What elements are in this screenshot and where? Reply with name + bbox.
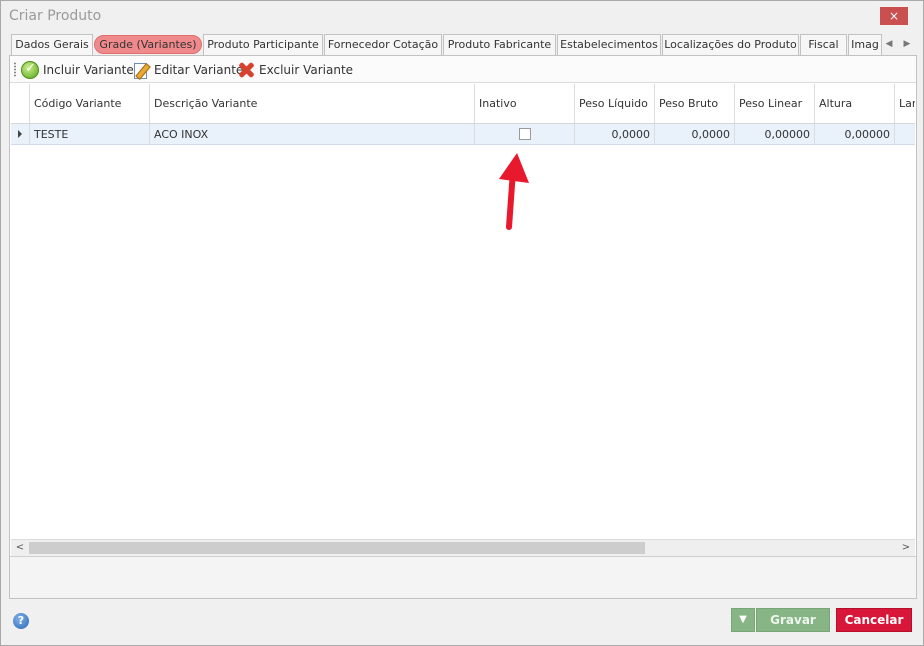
cell-altura[interactable]: 0,00000 (815, 124, 895, 144)
column-header-peso-bruto[interactable]: Peso Bruto (655, 84, 735, 123)
table-row[interactable]: TESTE ACO INOX 0,0000 0,0000 0,00000 0,0… (11, 124, 915, 145)
tab-fiscal[interactable]: Fiscal (800, 34, 847, 55)
column-header-largura[interactable]: Larg (895, 84, 915, 123)
variants-grid: Código Variante Descrição Variante Inati… (11, 84, 915, 539)
grid-header-row: Código Variante Descrição Variante Inati… (11, 84, 915, 124)
lower-panel (10, 556, 916, 598)
chevron-left-icon: ◀ (885, 39, 893, 49)
scroll-left-icon: < (15, 542, 25, 553)
close-icon: × (888, 9, 900, 23)
annotation-arrow-icon (499, 153, 529, 230)
scrollbar-thumb[interactable] (29, 542, 645, 554)
tab-produto-participante[interactable]: Produto Participante (203, 34, 323, 55)
tab-fornecedor-cotacao[interactable]: Fornecedor Cotação (324, 34, 442, 55)
edit-pencil-icon (132, 61, 150, 79)
tab-strip: Dados Gerais Grade (Variantes) Produto P… (9, 33, 917, 55)
cell-codigo[interactable]: TESTE (30, 124, 150, 144)
add-variant-label: Incluir Variante (43, 62, 134, 77)
column-header-inativo[interactable]: Inativo (475, 84, 575, 123)
column-header-codigo[interactable]: Código Variante (30, 84, 150, 123)
tab-dados-gerais[interactable]: Dados Gerais (11, 34, 93, 55)
delete-x-icon (237, 61, 255, 79)
column-header-peso-liquido[interactable]: Peso Líquido (575, 84, 655, 123)
help-icon[interactable]: ? (13, 613, 29, 629)
check-circle-icon (21, 60, 39, 79)
cancel-button[interactable]: Cancelar (836, 608, 912, 632)
chevron-down-icon: ▼ (739, 614, 747, 625)
tab-localizacoes-produto[interactable]: Localizações do Produto (662, 34, 799, 55)
scroll-left-button[interactable]: < (11, 540, 29, 556)
scroll-right-button[interactable]: > (897, 540, 915, 556)
toolbar-grip (14, 62, 16, 77)
column-header-peso-linear[interactable]: Peso Linear (735, 84, 815, 123)
tab-scroll-right-button[interactable]: ▶ (898, 34, 916, 54)
close-button[interactable]: × (880, 7, 908, 25)
horizontal-scrollbar[interactable]: < > (11, 539, 915, 556)
tab-grade-variantes[interactable]: Grade (Variantes) (94, 35, 202, 54)
window-title: Criar Produto (9, 8, 102, 24)
product-dialog: Criar Produto × Dados Gerais Grade (Vari… (0, 0, 924, 646)
edit-variant-label: Editar Variante (154, 62, 244, 77)
tab-scroll-left-button[interactable]: ◀ (880, 34, 898, 54)
delete-variant-button[interactable]: Excluir Variante (237, 59, 353, 80)
cell-peso-linear[interactable]: 0,00000 (735, 124, 815, 144)
chevron-right-icon: ▶ (903, 39, 911, 49)
row-pointer-icon (18, 130, 22, 138)
delete-variant-label: Excluir Variante (259, 62, 354, 77)
cell-peso-liquido[interactable]: 0,0000 (575, 124, 655, 144)
row-indicator (11, 124, 30, 144)
cell-descricao[interactable]: ACO INOX (150, 124, 475, 144)
cell-inativo[interactable] (475, 124, 575, 144)
save-options-dropdown[interactable]: ▼ (731, 608, 755, 632)
cell-peso-bruto[interactable]: 0,0000 (655, 124, 735, 144)
tab-estabelecimentos[interactable]: Estabelecimentos (557, 34, 661, 55)
add-variant-button[interactable]: Incluir Variante (21, 59, 134, 80)
save-button[interactable]: Gravar (756, 608, 830, 632)
tab-imagens[interactable]: Imag (848, 34, 882, 55)
variant-toolbar: Incluir Variante Editar Variante Excluir… (10, 56, 916, 83)
tab-content-panel: Incluir Variante Editar Variante Excluir… (9, 55, 917, 599)
dialog-footer: ? ▼ Gravar Cancelar (1, 599, 923, 645)
header-indicator (11, 84, 30, 123)
column-header-altura[interactable]: Altura (815, 84, 895, 123)
scroll-right-icon: > (901, 542, 911, 553)
inativo-checkbox[interactable] (518, 128, 531, 140)
title-bar: Criar Produto × (1, 1, 923, 31)
cell-largura[interactable] (895, 124, 915, 144)
edit-variant-button[interactable]: Editar Variante (132, 59, 243, 80)
column-header-descricao[interactable]: Descrição Variante (150, 84, 475, 123)
tab-produto-fabricante[interactable]: Produto Fabricante (443, 34, 556, 55)
